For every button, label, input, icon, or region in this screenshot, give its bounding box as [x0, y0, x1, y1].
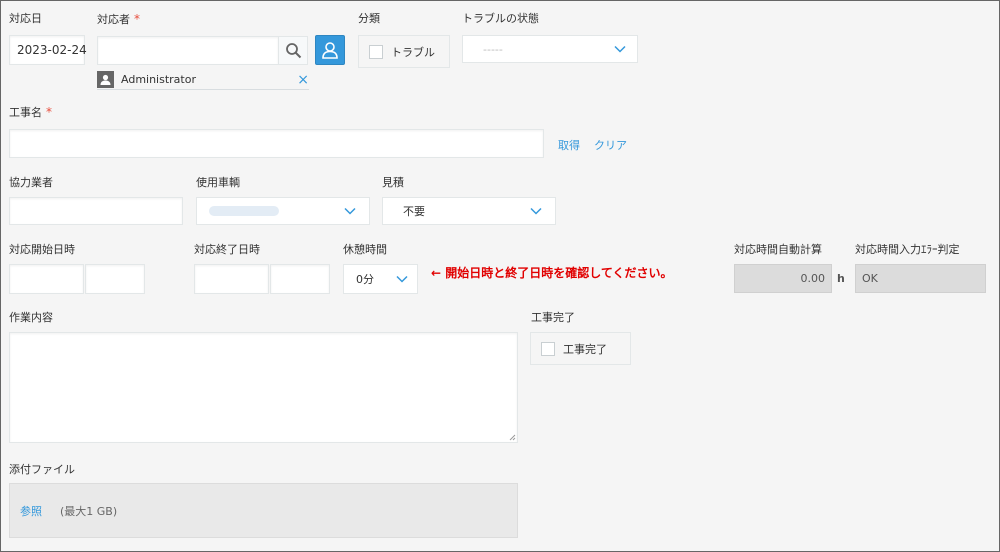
- partner-input[interactable]: [9, 197, 183, 225]
- start-time-input[interactable]: [85, 264, 145, 294]
- responder-search-button[interactable]: [278, 36, 308, 65]
- job-complete-option-label: 工事完了: [563, 342, 607, 356]
- checkbox[interactable]: [541, 341, 555, 356]
- checkbox[interactable]: [369, 44, 383, 59]
- break-time-select[interactable]: 0分: [343, 264, 418, 294]
- chevron-down-icon: [530, 207, 542, 215]
- vehicle-label: 使用車輌: [196, 176, 240, 189]
- clear-link[interactable]: クリア: [594, 137, 627, 153]
- end-time-input[interactable]: [270, 264, 330, 294]
- category-trouble-checkbox[interactable]: トラブル: [358, 35, 450, 68]
- category-label: 分類: [358, 12, 380, 25]
- break-time-label: 休憩時間: [343, 243, 387, 256]
- job-name-input[interactable]: [9, 129, 544, 158]
- job-name-label-text: 工事名: [9, 106, 42, 119]
- category-trouble-label: トラブル: [391, 45, 435, 59]
- date-label: 対応日: [9, 12, 42, 25]
- date-value: 2023-02-24: [17, 43, 87, 57]
- responder-label-text: 対応者: [97, 13, 130, 26]
- break-time-value: 0分: [356, 273, 374, 286]
- input-check-field: OK: [855, 264, 986, 293]
- responder-label: 対応者 *: [97, 12, 140, 27]
- chevron-down-icon: [344, 207, 356, 215]
- date-input[interactable]: 2023-02-24: [9, 35, 87, 65]
- remove-user-button[interactable]: ×: [297, 73, 309, 87]
- estimate-select[interactable]: 不要: [382, 197, 556, 225]
- trouble-status-value: -----: [483, 42, 503, 56]
- input-check-label: 対応時間入力ｴﾗｰ判定: [855, 243, 960, 256]
- hours-unit: h: [837, 272, 845, 285]
- chevron-down-icon: [396, 275, 408, 283]
- attachment-label: 添付ファイル: [9, 463, 75, 476]
- job-complete-checkbox[interactable]: 工事完了: [530, 332, 631, 365]
- end-datetime-label: 対応終了日時: [194, 243, 260, 256]
- responder-input[interactable]: [97, 36, 279, 65]
- attachment-dropzone[interactable]: 参照 (最大1 GB): [9, 483, 518, 538]
- work-content-textarea[interactable]: [9, 332, 518, 443]
- resize-handle-icon[interactable]: [508, 433, 516, 441]
- vehicle-value-blurred: [209, 206, 279, 216]
- estimate-label: 見積: [382, 176, 404, 189]
- job-complete-label: 工事完了: [531, 311, 575, 324]
- selected-user-chip: Administrator ×: [97, 70, 309, 90]
- trouble-status-label: トラブルの状態: [462, 12, 539, 25]
- responder-picker-button[interactable]: [315, 35, 345, 65]
- auto-hours-field: 0.00: [734, 264, 832, 293]
- partner-label: 協力業者: [9, 176, 53, 189]
- estimate-value: 不要: [403, 205, 425, 218]
- start-datetime-label: 対応開始日時: [9, 243, 75, 256]
- auto-hours-label: 対応時間自動計算: [734, 243, 822, 256]
- vehicle-select[interactable]: [196, 197, 370, 225]
- job-name-label: 工事名 *: [9, 105, 52, 120]
- selected-user-name: Administrator: [121, 73, 196, 86]
- trouble-status-select[interactable]: -----: [462, 35, 638, 63]
- browse-link[interactable]: 参照: [20, 503, 42, 519]
- fetch-link[interactable]: 取得: [558, 137, 580, 153]
- start-date-input[interactable]: [9, 264, 84, 294]
- end-date-input[interactable]: [194, 264, 269, 294]
- avatar: [97, 71, 114, 88]
- date-check-notice: ← 開始日時と終了日時を確認してください。: [431, 266, 673, 280]
- auto-hours-value: 0.00: [800, 272, 826, 285]
- search-icon: [285, 43, 301, 59]
- required-mark: *: [46, 105, 52, 119]
- chevron-down-icon: [614, 45, 626, 53]
- attachment-limit: (最大1 GB): [60, 504, 118, 518]
- work-content-label: 作業内容: [9, 311, 53, 324]
- user-silhouette-icon: [100, 74, 111, 85]
- input-check-value: OK: [862, 272, 878, 285]
- user-icon: [322, 42, 338, 59]
- required-mark: *: [134, 12, 140, 26]
